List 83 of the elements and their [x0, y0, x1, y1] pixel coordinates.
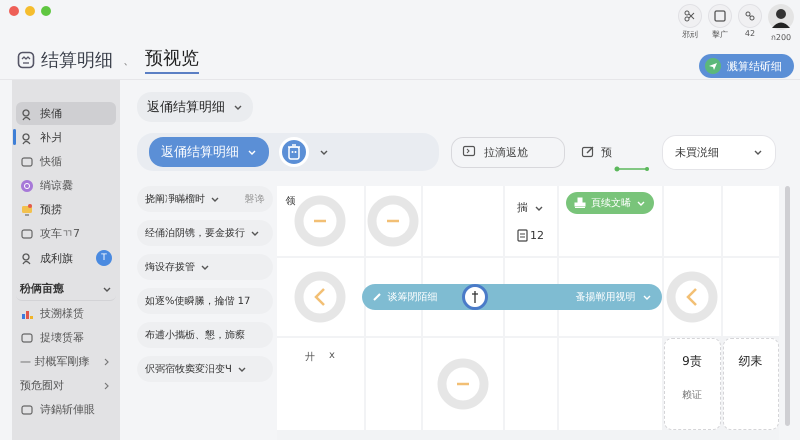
card-note: 赖证 — [682, 388, 702, 402]
filter-chip[interactable]: 如逐%使瞬縢，掄偕 17 — [137, 288, 272, 314]
chip-label: 布逋小攜栃、懇，斾瘵 — [145, 328, 245, 342]
breadcrumb-tab[interactable]: 预视览 — [145, 46, 199, 74]
minus-icon — [436, 358, 488, 410]
sidebar-item[interactable]: 挨俑 — [16, 102, 116, 125]
toolbar-button[interactable] — [738, 4, 762, 28]
calendar-icon — [517, 229, 528, 242]
toolbar-label: 邪刓 — [682, 29, 698, 40]
chip-label: 经俑泊阴镌，要金拨行 — [145, 227, 245, 240]
trash-button[interactable] — [279, 137, 309, 167]
close-mark[interactable]: x — [329, 350, 335, 364]
folder-icon — [20, 226, 34, 240]
plane-icon — [705, 58, 721, 74]
pin-button[interactable] — [462, 284, 488, 310]
toolbar-label: 擊广 — [712, 29, 728, 40]
connector-line — [614, 166, 650, 172]
sidebar-item[interactable]: 捉壊赁幂 — [16, 326, 116, 349]
folder-icon — [20, 402, 34, 416]
chip-label: 如逐%使瞬縢，掄偕 17 — [145, 294, 250, 308]
window-control[interactable] — [41, 6, 51, 16]
chevron-icon — [534, 204, 544, 212]
chevron-icon — [247, 148, 257, 156]
preview-button[interactable]: 预 — [577, 140, 616, 164]
folder-icon — [20, 330, 34, 344]
sidebar-section[interactable]: 秎俩亩瘛 — [16, 277, 116, 301]
breadcrumb-separator: 、 — [123, 52, 135, 68]
toolbar-label: ก200 — [770, 32, 792, 44]
chip-label: 挠阐凈瞞榴时 — [145, 192, 205, 206]
hint-text: 磐谗 — [244, 193, 264, 206]
chevron-icon — [642, 293, 652, 301]
comment-icon — [462, 145, 476, 159]
sidebar-item[interactable]: 绱谅爨 — [16, 174, 116, 197]
toolbar-button[interactable] — [708, 4, 732, 28]
monitor-icon — [20, 202, 34, 216]
sidebar-item[interactable]: 预危囿对 — [16, 374, 116, 397]
circle-icon — [20, 178, 34, 192]
stamp-icon — [574, 197, 586, 209]
chevron-icon — [233, 103, 243, 111]
filter-chip[interactable]: 伬弼宿牧窦変汨变Ч — [137, 356, 272, 382]
filter-chip[interactable]: 烸设存拨管 — [137, 254, 272, 280]
sidebar-item[interactable]: 成利旗 T — [16, 246, 116, 270]
tag-chip[interactable]: 廾 x — [299, 348, 341, 366]
filter-chip[interactable]: 布逋小攜栃、懇，斾瘵 — [137, 322, 272, 348]
page-title: 结算明细 — [41, 49, 113, 72]
pin-icon — [470, 290, 478, 304]
chip-label: 廾 — [305, 350, 316, 364]
chevron-icon — [319, 148, 329, 156]
trash-icon — [286, 143, 302, 161]
pen-icon — [372, 292, 382, 302]
scrollbar[interactable] — [784, 186, 790, 426]
sidebar-item[interactable]: 预捞 — [16, 198, 116, 221]
chip-label: 烸设存拨管 — [145, 261, 195, 274]
view-dropdown[interactable]: 未買涚细 — [662, 134, 776, 170]
filter-chip[interactable]: 经俑泊阴镌，要金拨行 — [137, 220, 272, 246]
sort-dropdown[interactable]: 揣 — [517, 200, 544, 215]
card-title: 9责 — [682, 353, 702, 370]
app-logo-icon — [17, 51, 35, 69]
folder-icon — [20, 154, 34, 168]
report-dropdown[interactable]: 返俑结算明细 — [137, 92, 253, 122]
comment-button[interactable]: 拉滴返尬 — [451, 136, 565, 168]
sidebar-item[interactable]: 攻车ㄲ7 — [16, 222, 116, 245]
band-label: 谈筹閉陌细 — [388, 291, 438, 304]
filter-chip[interactable]: 挠阐凈瞞榴时 磐谗 — [137, 186, 272, 212]
avatar-badge: T — [96, 250, 112, 266]
chevron-icon — [636, 199, 646, 207]
window-control[interactable] — [9, 6, 19, 16]
sidebar-item[interactable]: 诗鍋斩俥眼 — [16, 398, 116, 421]
count-text: 12 — [530, 229, 544, 242]
card-title: 纫耒 — [738, 353, 762, 370]
avatar — [768, 4, 794, 30]
edit-icon — [581, 145, 595, 159]
minus-icon — [294, 195, 346, 247]
chevron-icon — [753, 148, 763, 156]
chevron-icon — [102, 284, 112, 292]
toolbar-label: 42 — [744, 29, 756, 38]
chip-label: 伬弼宿牧窦変汨变Ч — [145, 362, 232, 376]
sidebar-item[interactable]: 补爿 — [16, 126, 116, 149]
sidebar-item[interactable]: 快循 — [16, 150, 116, 173]
toolbar-button[interactable] — [678, 4, 702, 28]
sidebar-item[interactable]: 技溯様赁 — [16, 302, 116, 325]
sidebar-item[interactable]: — 封概军剛痵 — [16, 350, 116, 373]
band-label: 蚤揚郸用视明 — [576, 290, 636, 304]
